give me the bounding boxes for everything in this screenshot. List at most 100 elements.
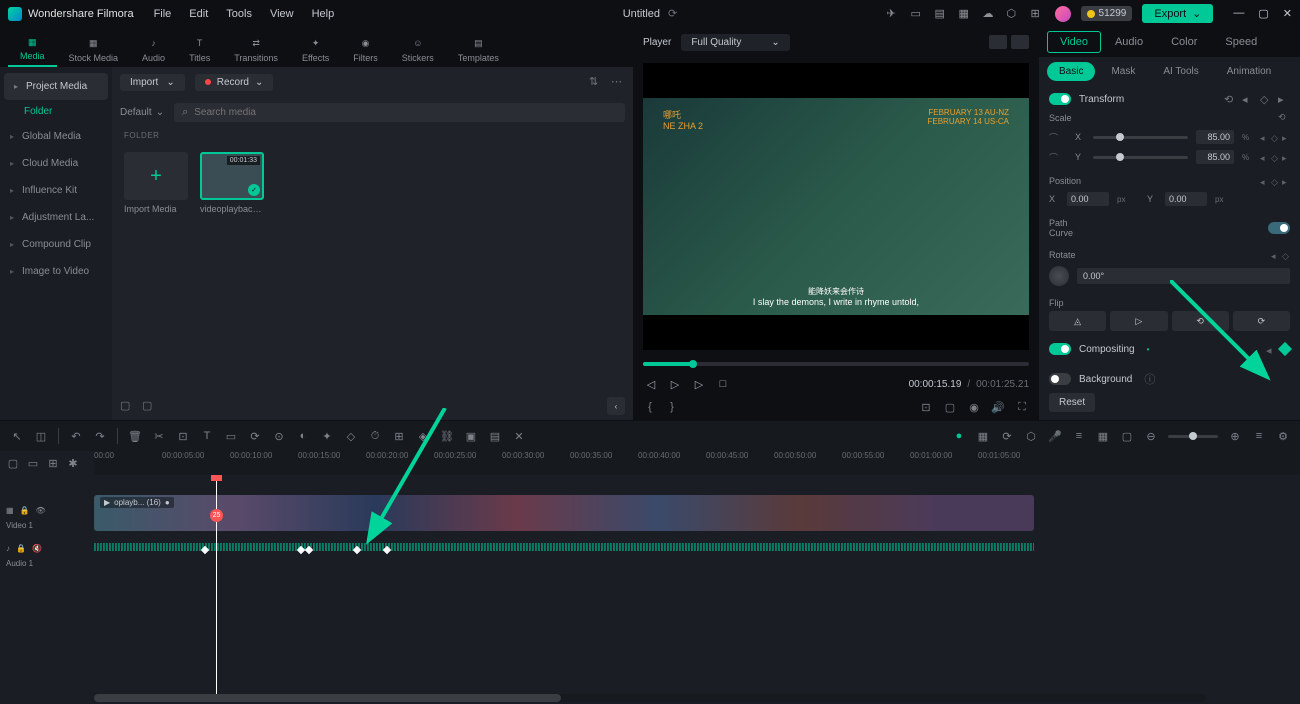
library-icon[interactable]: ▤: [935, 7, 949, 21]
zoom-slider[interactable]: [1168, 435, 1218, 438]
kf-next-icon[interactable]: ▸: [1282, 133, 1290, 141]
tab-stock-media[interactable]: ▦Stock Media: [57, 31, 131, 67]
sidebar-item-image-to-video[interactable]: ▸Image to Video: [0, 258, 112, 285]
timeline-playhead[interactable]: 25: [216, 475, 217, 694]
tab-audio[interactable]: Audio: [1101, 30, 1157, 54]
screen-icon[interactable]: ▢: [943, 400, 957, 414]
list-icon[interactable]: ≡: [1252, 429, 1266, 443]
timeline-opt1-icon[interactable]: ▢: [6, 456, 20, 470]
record-button[interactable]: Record⌄: [195, 74, 274, 91]
reset-button[interactable]: Reset: [1049, 393, 1095, 412]
kf-prev-icon[interactable]: ◂: [1260, 133, 1268, 141]
tab-video[interactable]: Video: [1047, 31, 1101, 53]
import-media-tile[interactable]: +: [124, 152, 188, 200]
sort-icon[interactable]: ⇅: [589, 75, 603, 89]
cloud-icon[interactable]: ☁: [983, 7, 997, 21]
kf-prev-icon[interactable]: ◂: [1266, 344, 1274, 352]
sidebar-item-compound-clip[interactable]: ▸Compound Clip: [0, 231, 112, 258]
tab-effects[interactable]: ✦Effects: [290, 31, 341, 67]
lock-icon[interactable]: 🔒: [16, 544, 26, 553]
track-icon[interactable]: ⊞: [392, 429, 406, 443]
playhead-handle[interactable]: [211, 475, 222, 481]
rotate-left-button[interactable]: ⟲: [1172, 311, 1229, 331]
position-x-input[interactable]: [1067, 192, 1109, 206]
import-button[interactable]: Import⌄: [120, 74, 185, 91]
subtab-ai-tools[interactable]: AI Tools: [1151, 62, 1210, 81]
redo-icon[interactable]: ↷: [93, 429, 107, 443]
reset-scale-icon[interactable]: ⟲: [1278, 112, 1290, 124]
preview-video[interactable]: 哪吒 NE ZHA 2 FEBRUARY 13 AU-NZ FEBRUARY 1…: [643, 63, 1029, 350]
subtab-basic[interactable]: Basic: [1047, 62, 1095, 81]
compositing-keyframe-diamond[interactable]: [1278, 342, 1292, 356]
search-box[interactable]: ⌕: [174, 103, 625, 122]
kf-diamond-icon[interactable]: ◇: [1271, 133, 1279, 141]
settings-icon[interactable]: ⚙: [1276, 429, 1290, 443]
sidebar-item-influence-kit[interactable]: ▸Influence Kit: [0, 177, 112, 204]
mute-icon[interactable]: 👁: [36, 506, 46, 515]
notification-icon[interactable]: ⬡: [1007, 7, 1021, 21]
prev-frame-button[interactable]: ◁: [643, 376, 659, 392]
crop-icon[interactable]: ⊡: [176, 429, 190, 443]
text-icon[interactable]: T: [200, 429, 214, 443]
search-input[interactable]: [194, 107, 617, 118]
enhance-icon[interactable]: ✦: [320, 429, 334, 443]
message-icon[interactable]: ▭: [911, 7, 925, 21]
info-icon[interactable]: ⓘ: [1144, 371, 1155, 385]
scale-y-value[interactable]: 85.00: [1196, 150, 1234, 164]
subtab-animation[interactable]: Animation: [1215, 62, 1283, 81]
single-view-button[interactable]: [1011, 35, 1029, 49]
rotate-right-button[interactable]: ⟳: [1233, 311, 1290, 331]
reset-icon[interactable]: ⟲: [1224, 93, 1236, 105]
shield-icon[interactable]: ⬡: [1024, 429, 1038, 443]
sidebar-item-global-media[interactable]: ▸Global Media: [0, 123, 112, 150]
audio-track-icon[interactable]: ♪: [6, 544, 10, 553]
play-button[interactable]: ▷: [691, 376, 707, 392]
timeline-opt2-icon[interactable]: ▭: [26, 456, 40, 470]
delete-icon[interactable]: 🗑: [128, 429, 142, 443]
timer-icon[interactable]: ⏱: [368, 429, 382, 443]
rotate-input[interactable]: [1077, 268, 1290, 284]
scale-x-slider[interactable]: [1093, 136, 1188, 139]
cursor-tool-icon[interactable]: ↖: [10, 429, 24, 443]
grid-icon[interactable]: ▦: [1096, 429, 1110, 443]
new-folder-icon[interactable]: ▢: [142, 399, 156, 413]
loop-icon[interactable]: ⟳: [1000, 429, 1014, 443]
more-icon[interactable]: ⋯: [611, 75, 625, 89]
sidebar-item-adjustment-layer[interactable]: ▸Adjustment La...: [0, 204, 112, 231]
keyframe-diamond-icon[interactable]: ◇: [1260, 93, 1272, 105]
mixer-icon[interactable]: ≡: [1072, 429, 1086, 443]
zoom-out-icon[interactable]: ⊖: [1144, 429, 1158, 443]
video-clip[interactable]: ▶ oplayb... (16) ●: [94, 495, 1034, 531]
link-icon[interactable]: ⛓: [440, 429, 454, 443]
menu-tools[interactable]: Tools: [226, 8, 252, 20]
send-icon[interactable]: ✈: [887, 7, 901, 21]
user-avatar[interactable]: [1055, 6, 1071, 22]
path-curve-toggle[interactable]: [1268, 222, 1290, 234]
select-tool-icon[interactable]: ◫: [34, 429, 48, 443]
lock-icon[interactable]: 🔒: [20, 506, 30, 515]
undo-icon[interactable]: ↶: [69, 429, 83, 443]
timeline-ruler[interactable]: 00:00 00:00:05:00 00:00:10:00 00:00:15:0…: [94, 451, 1300, 475]
tab-media[interactable]: ▦Media: [8, 31, 57, 67]
link-icon[interactable]: ⌒: [1049, 131, 1067, 144]
timeline-opt3-icon[interactable]: ⊞: [46, 456, 60, 470]
cut-icon[interactable]: ✂: [152, 429, 166, 443]
keyframe-prev-icon[interactable]: ◂: [1242, 93, 1254, 105]
folder-icon[interactable]: ▢: [120, 399, 134, 413]
refresh-icon[interactable]: ⟳: [248, 429, 262, 443]
tag-icon[interactable]: ◈: [416, 429, 430, 443]
menu-help[interactable]: Help: [312, 8, 335, 20]
volume-icon[interactable]: 🔊: [991, 400, 1005, 414]
minimize-button[interactable]: —: [1233, 7, 1244, 20]
media-icon[interactable]: ▦: [959, 7, 973, 21]
tab-titles[interactable]: TTitles: [177, 31, 222, 67]
mic-icon[interactable]: 🎤: [1048, 429, 1062, 443]
layers-icon[interactable]: ▤: [488, 429, 502, 443]
snapshot-icon[interactable]: ◉: [967, 400, 981, 414]
subtab-mask[interactable]: Mask: [1099, 62, 1147, 81]
next-frame-button[interactable]: ▷: [667, 376, 683, 392]
export-button[interactable]: Export ⌄: [1142, 4, 1213, 23]
collapse-sidebar-button[interactable]: ‹: [607, 397, 625, 415]
render-icon[interactable]: ●: [952, 429, 966, 443]
mark-out-button[interactable]: }: [665, 400, 679, 414]
